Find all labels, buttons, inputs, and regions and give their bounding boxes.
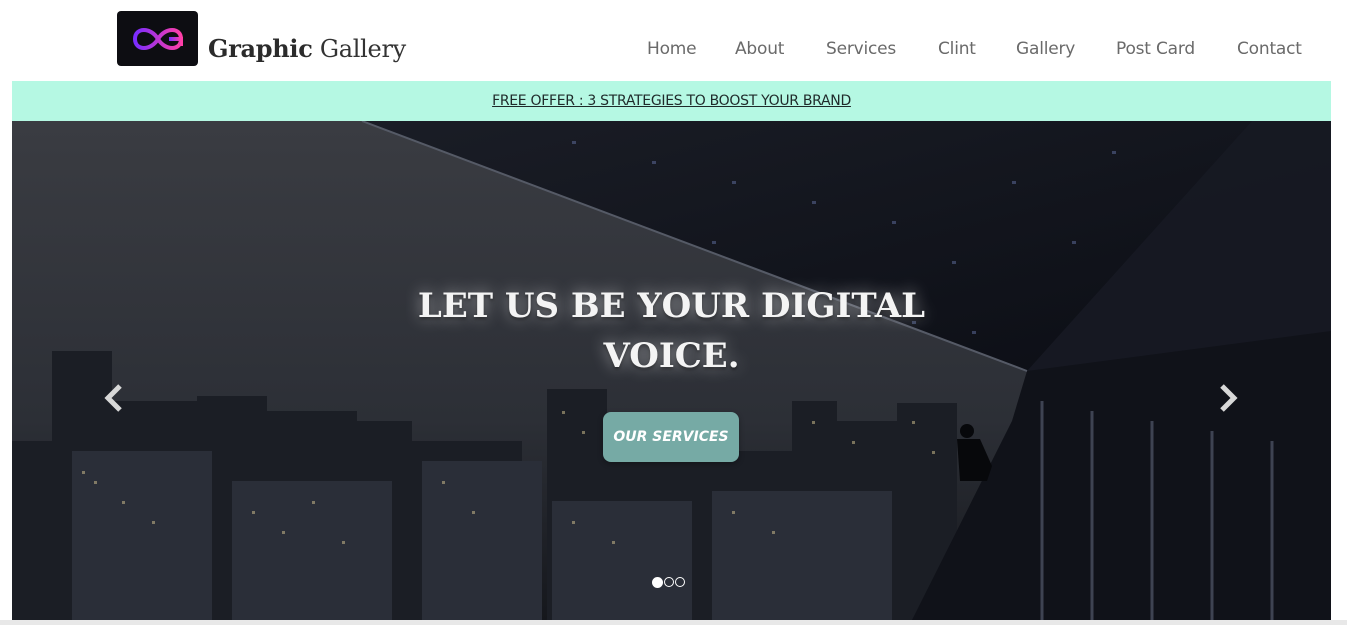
carousel-dot-2[interactable] (664, 577, 674, 587)
carousel-dot-1[interactable] (652, 577, 663, 588)
nav-services[interactable]: Services (826, 39, 896, 59)
hero-headline-line2: VOICE. (603, 336, 740, 376)
carousel-indicators (652, 577, 685, 591)
nav-clint[interactable]: Clint (938, 39, 976, 59)
site-header: Graphic Gallery Home About Services Clin… (0, 0, 1347, 81)
chevron-right-icon (1220, 384, 1238, 412)
nav-about[interactable]: About (735, 39, 784, 59)
nav-contact[interactable]: Contact (1237, 39, 1302, 59)
carousel-next-button[interactable] (1213, 381, 1243, 415)
offer-banner: FREE OFFER : 3 STRATEGIES TO BOOST YOUR … (12, 81, 1331, 121)
hero-carousel: LET US BE YOUR DIGITAL VOICE. OUR SERVIC… (12, 121, 1331, 620)
main-nav: Home About Services Clint Gallery Post C… (0, 39, 1347, 63)
horizontal-scrollbar[interactable] (0, 620, 1347, 625)
hero-headline: LET US BE YOUR DIGITAL VOICE. (12, 281, 1331, 381)
nav-gallery[interactable]: Gallery (1016, 39, 1075, 59)
offer-link[interactable]: FREE OFFER : 3 STRATEGIES TO BOOST YOUR … (492, 93, 851, 109)
nav-post-card[interactable]: Post Card (1116, 39, 1195, 59)
our-services-button[interactable]: OUR SERVICES (603, 412, 739, 462)
hero-headline-line1: LET US BE YOUR DIGITAL (417, 286, 926, 326)
nav-home[interactable]: Home (647, 39, 697, 59)
carousel-prev-button[interactable] (99, 381, 129, 415)
chevron-left-icon (104, 384, 122, 412)
carousel-dot-3[interactable] (675, 577, 685, 587)
